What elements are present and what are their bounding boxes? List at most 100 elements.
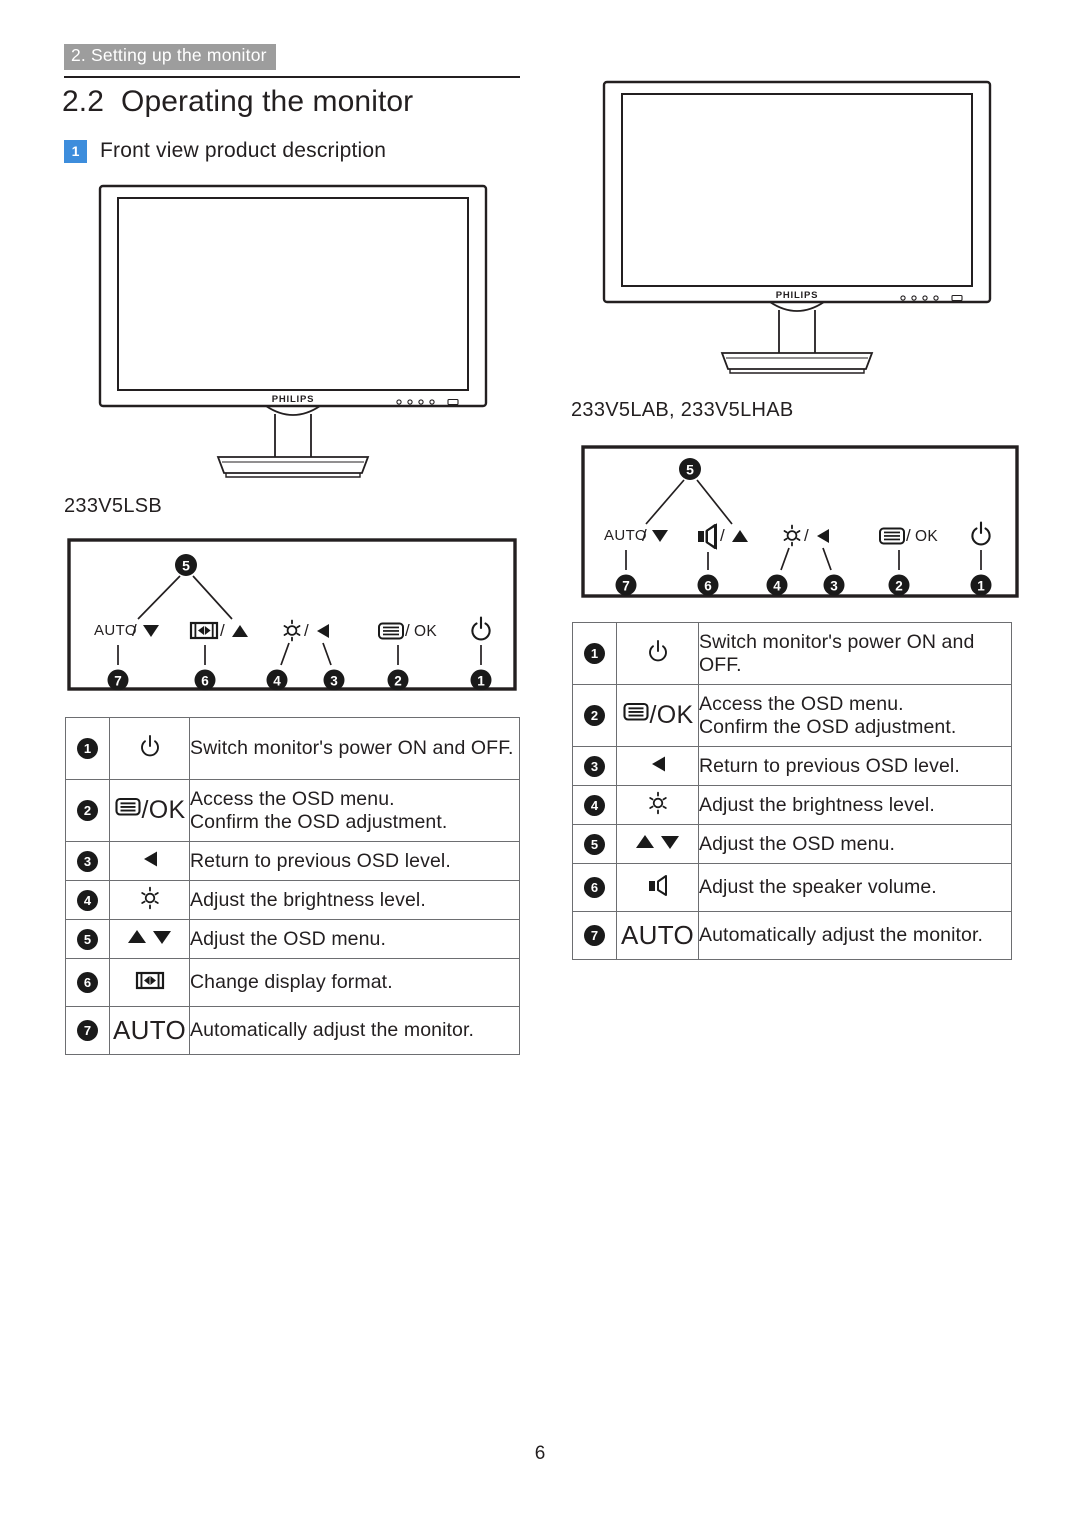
menu-ok-icon-group: /OK: [622, 701, 694, 730]
auto-text-icon: AUTO: [113, 1015, 186, 1045]
row-icon-cell: [109, 919, 190, 959]
table-row: 3 Return to previous OSD level.: [65, 841, 520, 881]
row-number-cell: 5: [65, 919, 110, 959]
power-icon: [137, 733, 163, 764]
control-panel-diagram-233v5lsb: 5 AUTO / 7 / 6 / 4 3 / OK 2 1: [66, 537, 518, 692]
subsection-label: Front view product description: [100, 139, 387, 162]
table-row: 2 /OK Access the OSD menu. Confirm the O…: [572, 684, 1012, 747]
badge-number: 3: [77, 850, 98, 872]
svg-text:OK: OK: [414, 623, 437, 640]
control-panel-diagram-233v5lab: 5 AUTO / 7 / 6 / 4 3 / OK 2 1: [580, 444, 1020, 599]
header-divider: [64, 76, 520, 78]
monitor-illustration-233v5lsb: PHILIPS: [96, 182, 490, 482]
badge-number: 7: [77, 1020, 98, 1041]
svg-text:/: /: [304, 621, 309, 640]
row-icon-cell: AUTO: [616, 911, 699, 960]
row-number-cell: 1: [65, 717, 110, 780]
row-description: Automatically adjust the monitor.: [698, 911, 1012, 960]
row-number-cell: 4: [572, 785, 617, 825]
model-label-left: 233V5LSB: [64, 495, 163, 517]
badge-number: 1: [77, 738, 98, 759]
badge-number: 5: [584, 833, 605, 855]
power-icon: [645, 638, 671, 669]
brightness-icon: [137, 885, 163, 916]
table-row: 6 Adjust the speaker volume.: [572, 863, 1012, 912]
row-icon-cell: [616, 824, 699, 864]
svg-text:PHILIPS: PHILIPS: [272, 394, 315, 405]
row-description: Adjust the speaker volume.: [698, 863, 1012, 912]
table-row: 6 Change display format.: [65, 958, 520, 1007]
model-label-right: 233V5LAB, 233V5LHAB: [571, 399, 794, 421]
svg-text:/: /: [906, 526, 911, 545]
svg-text:/: /: [720, 526, 725, 545]
page-title: 2.2 Operating the monitor: [62, 85, 413, 119]
svg-text:3: 3: [830, 578, 838, 593]
row-number-cell: 1: [572, 622, 617, 685]
row-number-cell: 3: [572, 746, 617, 786]
key-description-table-left: 1 Switch monitor's power ON and OFF. 2 /…: [65, 717, 520, 1055]
badge-number: 7: [584, 925, 605, 946]
svg-text:AUTO: AUTO: [94, 622, 137, 639]
badge-number: 1: [584, 643, 605, 664]
badge-number: 4: [584, 794, 605, 816]
row-description: Access the OSD menu. Confirm the OSD adj…: [698, 684, 1012, 747]
svg-text:/: /: [220, 621, 225, 640]
row-description: Automatically adjust the monitor.: [189, 1006, 520, 1055]
key-description-table-right: 1 Switch monitor's power ON and OFF. 2 /…: [572, 622, 1012, 960]
triangle-left-icon: [138, 848, 162, 875]
row-description-line2: Confirm the OSD adjustment.: [190, 810, 448, 833]
table-row: 2 /OK Access the OSD menu. Confirm the O…: [65, 779, 520, 842]
table-row: 5 Adjust the OSD menu.: [65, 919, 520, 959]
row-icon-cell: [109, 717, 190, 780]
svg-text:OK: OK: [915, 528, 938, 545]
row-description: Return to previous OSD level.: [698, 746, 1012, 786]
svg-text:7: 7: [114, 673, 122, 688]
speaker-icon: [642, 872, 674, 903]
svg-text:AUTO: AUTO: [604, 527, 647, 544]
menu-icon-suffix: /OK: [649, 701, 694, 729]
row-icon-cell: /OK: [616, 684, 699, 747]
section-number: 2.2: [62, 85, 105, 118]
row-icon-cell: AUTO: [109, 1006, 190, 1055]
row-number-cell: 7: [65, 1006, 110, 1055]
row-description: Adjust the OSD menu.: [698, 824, 1012, 864]
row-number-cell: 4: [65, 880, 110, 920]
svg-text:7: 7: [622, 578, 630, 593]
auto-text-icon: AUTO: [621, 920, 694, 950]
badge-number: 2: [584, 705, 605, 726]
subsection-heading: 1 Front view product description: [64, 139, 386, 163]
svg-text:5: 5: [182, 558, 190, 574]
page-number: 6: [534, 1443, 546, 1464]
svg-text:/: /: [132, 621, 137, 640]
row-description: Change display format.: [189, 958, 520, 1007]
row-icon-cell: [109, 880, 190, 920]
row-number-cell: 5: [572, 824, 617, 864]
row-icon-cell: [109, 958, 190, 1007]
display-format-icon: [132, 968, 168, 997]
svg-text:2: 2: [895, 578, 903, 593]
svg-text:1: 1: [477, 673, 485, 688]
row-icon-cell: [616, 622, 699, 685]
row-number-cell: 2: [65, 779, 110, 842]
badge-number: 4: [77, 889, 98, 911]
row-number-cell: 7: [572, 911, 617, 960]
badge-number: 3: [584, 755, 605, 777]
row-number-cell: 6: [65, 958, 110, 1007]
menu-icon-suffix: /OK: [141, 796, 186, 824]
table-row: 7 AUTO Automatically adjust the monitor.: [572, 911, 1012, 960]
row-description: Switch monitor's power ON and OFF.: [189, 717, 520, 780]
row-description: Adjust the brightness level.: [189, 880, 520, 920]
svg-text:PHILIPS: PHILIPS: [776, 290, 819, 301]
row-number-cell: 3: [65, 841, 110, 881]
table-row: 3 Return to previous OSD level.: [572, 746, 1012, 786]
svg-text:/: /: [642, 526, 647, 545]
row-description: Adjust the OSD menu.: [189, 919, 520, 959]
row-number-cell: 2: [572, 684, 617, 747]
badge-number: 6: [584, 877, 605, 898]
row-icon-cell: [109, 841, 190, 881]
row-description-line1: Access the OSD menu.: [699, 692, 904, 715]
row-description-line2: Confirm the OSD adjustment.: [699, 715, 957, 738]
svg-text:5: 5: [686, 462, 694, 478]
section-title-text: Operating the monitor: [121, 85, 414, 118]
svg-text:6: 6: [201, 673, 209, 688]
